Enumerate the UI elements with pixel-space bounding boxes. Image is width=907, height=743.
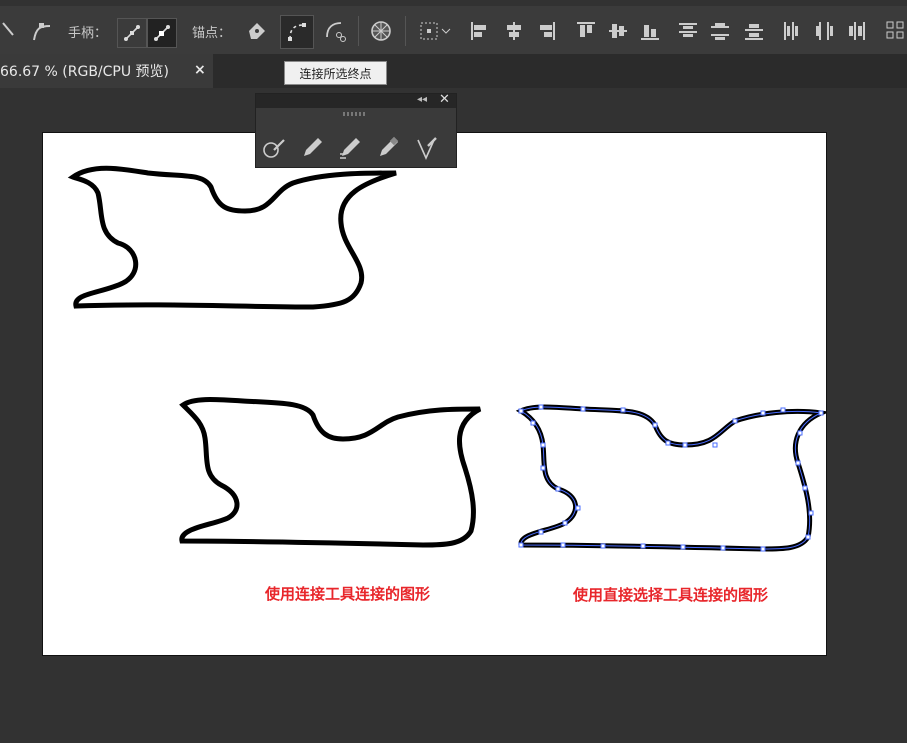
distribute-bottom-icon[interactable] <box>742 14 766 48</box>
anchor-point[interactable] <box>555 486 561 492</box>
document-tab-title: 66.67 % (RGB/CPU 预览) <box>0 64 170 80</box>
anchor-label: 锚点： <box>192 26 232 41</box>
pen-anchor-icon[interactable] <box>242 14 272 48</box>
distribute-right-icon[interactable] <box>844 14 868 48</box>
anchor-point[interactable] <box>780 407 786 413</box>
document-tab-bar: 66.67 % (RGB/CPU 预览) × <box>0 54 907 88</box>
handle-smooth-button[interactable] <box>147 18 177 48</box>
distribute-left-icon[interactable] <box>780 14 804 48</box>
selection-outline <box>519 406 823 550</box>
anchor-point[interactable] <box>575 505 581 511</box>
panel-close-icon[interactable]: ✕ <box>439 92 450 107</box>
anchor-point[interactable] <box>580 406 586 412</box>
anchor-point[interactable] <box>620 407 626 413</box>
anchor-point[interactable] <box>665 440 671 446</box>
distribute-vcenter-icon[interactable] <box>708 14 732 48</box>
anchor-point[interactable] <box>732 418 738 424</box>
anchor-points <box>518 404 824 552</box>
handle-buttons <box>117 16 177 50</box>
align-vcenter-icon[interactable] <box>606 14 630 48</box>
connect-endpoints-icon[interactable] <box>280 15 314 49</box>
shaper-tool-icon[interactable] <box>262 136 286 160</box>
handle-broken-icon <box>124 25 140 41</box>
shape-top-left <box>67 165 397 310</box>
anchor-point[interactable] <box>802 485 808 491</box>
anchor-point[interactable] <box>540 442 546 448</box>
anchor-point[interactable] <box>562 520 568 526</box>
caption-right: 使用直接选择工具连接的图形 <box>573 586 769 604</box>
anchor-point[interactable] <box>760 410 766 416</box>
anchor-point[interactable] <box>600 543 606 549</box>
anchor-point[interactable] <box>518 542 524 548</box>
artboard[interactable]: 使用连接工具连接的图形 使用直接选择工具连接的图形 <box>42 132 827 656</box>
align-right-icon[interactable] <box>534 14 558 48</box>
anchor-point[interactable] <box>682 442 688 448</box>
path-eraser-tool-icon[interactable] <box>376 136 400 160</box>
distribute-top-icon[interactable] <box>676 14 700 48</box>
select-arrow-icon[interactable] <box>0 14 16 48</box>
tab-close-icon[interactable]: × <box>194 62 206 78</box>
anchor-point[interactable] <box>518 408 524 414</box>
align-left-icon[interactable] <box>468 14 492 48</box>
anchor-point[interactable] <box>808 510 814 516</box>
recolor-wheel-icon[interactable] <box>366 14 396 48</box>
anchor-point[interactable] <box>712 442 718 448</box>
anchor-point[interactable] <box>818 410 824 416</box>
anchor-point[interactable] <box>760 546 766 552</box>
anchor-point[interactable] <box>560 542 566 548</box>
anchor-point[interactable] <box>805 534 811 540</box>
panel-header[interactable]: ◂◂ ✕ <box>256 92 456 108</box>
smooth-tool-icon[interactable] <box>338 136 362 160</box>
tooltip: 连接所选终点 <box>284 61 387 85</box>
anchor-point[interactable] <box>797 430 803 436</box>
artwork-canvas <box>67 165 826 552</box>
join-tool-icon[interactable] <box>414 136 438 160</box>
shape-bottom-right <box>515 404 826 552</box>
align-bottom-icon[interactable] <box>638 14 662 48</box>
document-tab[interactable]: 66.67 % (RGB/CPU 预览) × <box>0 54 213 88</box>
align-hcenter-icon[interactable] <box>502 14 526 48</box>
anchor-point[interactable] <box>720 545 726 551</box>
pencil-tools-panel: ◂◂ ✕ <box>255 92 457 168</box>
shape-bottom-middle <box>179 397 482 548</box>
anchor-point[interactable] <box>538 404 544 410</box>
anchor-point[interactable] <box>540 465 546 471</box>
toolbar-top-strip <box>0 0 907 6</box>
panel-collapse-icon[interactable]: ◂◂ <box>417 94 427 105</box>
more-options-icon[interactable] <box>884 14 907 48</box>
pencil-tool-icon[interactable] <box>300 136 324 160</box>
anchor-point[interactable] <box>538 529 544 535</box>
anchor-point[interactable] <box>795 460 801 466</box>
anchor-point[interactable] <box>680 544 686 550</box>
toolbar-separator <box>358 16 359 46</box>
control-toolbar: 手柄： 锚点： <box>0 0 907 55</box>
cut-path-icon[interactable] <box>320 14 350 48</box>
anchor-point[interactable] <box>652 422 658 428</box>
convert-anchor-icon[interactable] <box>28 14 54 48</box>
anchor-point[interactable] <box>640 543 646 549</box>
caption-left: 使用连接工具连接的图形 <box>265 585 431 603</box>
anchor-point[interactable] <box>530 420 536 426</box>
handle-smooth-icon <box>154 25 170 41</box>
panel-grip[interactable] <box>343 112 367 116</box>
align-top-icon[interactable] <box>574 14 598 48</box>
toolbar-separator <box>405 16 406 46</box>
distribute-hcenter-icon[interactable] <box>812 14 836 48</box>
transform-grid-icon[interactable] <box>416 14 454 48</box>
handle-broken-button[interactable] <box>117 18 147 48</box>
handle-label: 手柄： <box>68 26 108 41</box>
